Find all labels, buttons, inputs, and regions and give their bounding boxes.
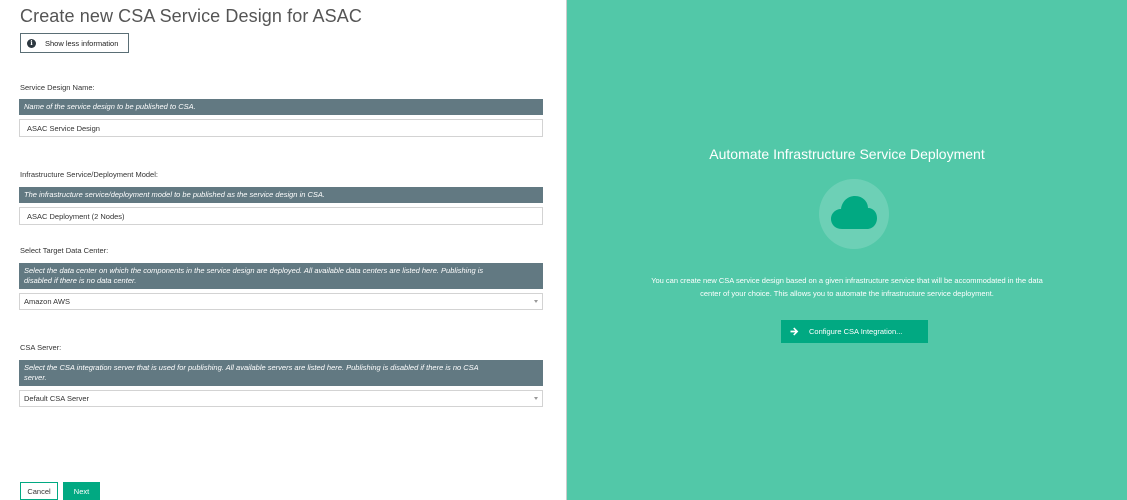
chevron-down-icon xyxy=(534,397,538,400)
promo-text-line: center of your choice. This allows you t… xyxy=(700,289,994,298)
infrastructure-service-hint: The infrastructure service/deployment mo… xyxy=(19,187,543,203)
configure-button-label: Configure CSA Integration... xyxy=(809,327,903,336)
target-data-center-label: Select Target Data Center: xyxy=(20,246,109,255)
csa-server-select[interactable]: Default CSA Server xyxy=(19,390,543,407)
show-less-information-button[interactable]: i Show less information xyxy=(20,33,129,53)
promo-text-line: You can create new CSA service design ba… xyxy=(651,276,1043,285)
infrastructure-service-input[interactable]: ASAC Deployment (2 Nodes) xyxy=(19,207,543,225)
target-data-center-hint: Select the data center on which the comp… xyxy=(19,263,543,289)
csa-server-hint-line: Select the CSA integration server that i… xyxy=(24,363,479,372)
page-title: Create new CSA Service Design for ASAC xyxy=(20,6,362,26)
service-design-name-hint: Name of the service design to be publish… xyxy=(19,99,543,115)
cloud-icon xyxy=(831,196,877,229)
form-panel: Create new CSA Service Design for ASAC i… xyxy=(0,0,567,500)
csa-server-label: CSA Server: xyxy=(20,343,62,352)
infrastructure-service-label: Infrastructure Service/Deployment Model: xyxy=(20,170,158,179)
target-data-center-select[interactable]: Amazon AWS xyxy=(19,293,543,310)
promo-title: Automate Infrastructure Service Deployme… xyxy=(709,146,985,162)
arrow-right-icon xyxy=(790,327,799,336)
info-icon: i xyxy=(27,38,36,48)
target-data-center-hint-line: disabled if there is no data center. xyxy=(24,276,137,285)
service-design-name-input[interactable]: ASAC Service Design xyxy=(19,119,543,137)
csa-server-hint-line: server. xyxy=(24,373,47,382)
promo-description: You can create new CSA service design ba… xyxy=(567,274,1127,300)
service-design-name-label: Service Design Name: xyxy=(20,83,95,92)
target-data-center-value: Amazon AWS xyxy=(24,297,70,306)
csa-server-value: Default CSA Server xyxy=(24,394,90,403)
configure-csa-integration-button[interactable]: Configure CSA Integration... xyxy=(781,320,928,343)
csa-server-hint: Select the CSA integration server that i… xyxy=(19,360,543,386)
next-button[interactable]: Next xyxy=(63,482,100,500)
target-data-center-hint-line: Select the data center on which the comp… xyxy=(24,266,484,275)
automation-info-panel: Automate Infrastructure Service Deployme… xyxy=(567,0,1127,500)
info-button-label: Show less information xyxy=(45,38,119,48)
cancel-button[interactable]: Cancel xyxy=(20,482,58,500)
chevron-down-icon xyxy=(534,300,538,303)
cloud-icon-badge xyxy=(819,179,889,249)
